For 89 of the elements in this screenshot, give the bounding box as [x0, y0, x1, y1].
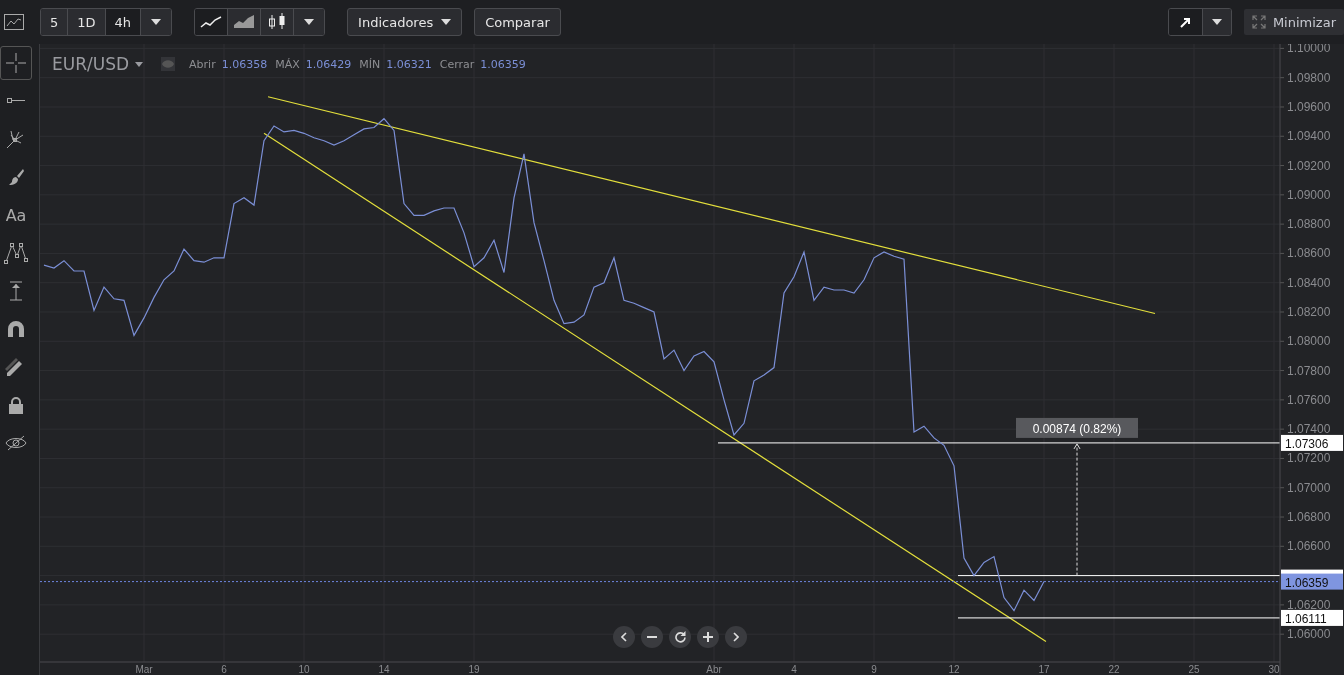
price-axis-label: 1.08000 — [1287, 334, 1331, 349]
ohlc-label: MÍN — [359, 57, 381, 71]
price-axis-label: 1.07600 — [1287, 392, 1331, 407]
symbol-selector[interactable]: EUR/USD — [48, 54, 148, 74]
measure-label: 0.00874 (0.82%) — [1016, 417, 1138, 438]
caret-icon — [304, 19, 315, 25]
lock-icon — [9, 396, 23, 414]
expand-icon — [1251, 15, 1266, 29]
candlestick-icon — [267, 13, 288, 31]
scroll-right-button[interactable] — [725, 626, 747, 648]
horizontal-line[interactable] — [957, 575, 1280, 577]
date-axis-label: 22 — [1108, 664, 1120, 675]
date-axis-label: 9 — [871, 664, 877, 675]
date-axis-label: 30 — [1268, 664, 1280, 675]
scroll-left-button[interactable] — [613, 626, 635, 648]
crosshair-icon — [5, 52, 27, 74]
dropdown-button[interactable] — [141, 9, 172, 35]
indicators-button[interactable]: Indicadores — [347, 8, 463, 36]
caret-icon — [135, 61, 144, 67]
caret-icon — [1211, 19, 1222, 25]
eye-off-icon — [5, 435, 27, 451]
chevron-right-icon — [733, 632, 739, 642]
line-chart-icon — [200, 16, 223, 28]
tool-button[interactable]: Aa — [0, 196, 32, 234]
horizontal-line-icon — [7, 98, 25, 104]
ohlc-value: 1.06359 — [480, 57, 526, 71]
price-axis-label: 1.09000 — [1287, 187, 1331, 202]
date-axis-label: 10 — [298, 664, 310, 675]
price-axis-label: 1.08800 — [1287, 217, 1331, 232]
price-axis-label: 1.07800 — [1287, 363, 1331, 378]
caret-icon — [151, 19, 162, 25]
price-label: 1.07306 — [1281, 434, 1343, 451]
dropdown-button[interactable] — [1202, 9, 1231, 35]
price-axis-label: 1.09200 — [1287, 158, 1331, 173]
area-chart-icon — [233, 15, 256, 29]
pitchfork-icon — [6, 129, 26, 149]
price-axis-label: 1.09400 — [1287, 129, 1331, 144]
zoom-out-button[interactable] — [641, 626, 663, 648]
reload-icon — [674, 631, 686, 643]
date-axis-label: 25 — [1188, 664, 1200, 675]
minimize-button[interactable]: Minimizar — [1243, 9, 1344, 35]
date-axis-label: 19 — [468, 664, 480, 675]
date-axis-label: Mar — [135, 664, 153, 675]
price-axis-label: 1.07200 — [1287, 451, 1331, 466]
caret-icon — [441, 19, 452, 25]
price-axis-label: 1.07400 — [1287, 422, 1331, 437]
magnet-icon — [7, 320, 25, 338]
date-axis-label: 14 — [378, 664, 390, 675]
price-axis-label: 1.08400 — [1287, 275, 1331, 290]
price-axis-label: 1.06600 — [1287, 539, 1331, 554]
reset-button[interactable] — [669, 626, 691, 648]
price-axis-label: 1.06000 — [1287, 627, 1331, 642]
zoom-in-button[interactable] — [697, 626, 719, 648]
plus-icon — [703, 632, 713, 642]
price-label: 1.06111 — [1281, 609, 1343, 626]
ohlc-value: 1.06321 — [386, 57, 432, 71]
measure-icon — [9, 281, 23, 301]
ohlc-label: Cerrar — [439, 57, 475, 71]
date-axis-label: 4 — [791, 664, 797, 675]
diagonal-arrow-icon — [1179, 16, 1191, 28]
price-axis-label: 1.09800 — [1287, 70, 1331, 85]
chart-style-button[interactable] — [195, 9, 229, 35]
chart-style-button[interactable] — [261, 9, 295, 35]
text-tool: Aa — [5, 205, 27, 225]
ohlc-label: Abrir — [189, 57, 216, 71]
compare-button[interactable]: Comparar — [474, 8, 561, 36]
price-axis-label: 1.08200 — [1287, 305, 1331, 319]
minus-icon — [647, 636, 657, 638]
ohlc-label: MÁX — [275, 57, 300, 71]
date-axis-label: Abr — [706, 664, 722, 675]
ohlc-value: 1.06358 — [221, 57, 268, 71]
price-axis-label: 1.10000 — [1287, 44, 1331, 56]
price-axis-label: 1.06200 — [1287, 597, 1331, 612]
date-axis-label: 6 — [221, 664, 227, 675]
date-axis-label: 17 — [1038, 664, 1050, 675]
price-axis-label: 1.09600 — [1287, 99, 1331, 114]
interval-tab[interactable]: 5 — [41, 9, 69, 35]
chevron-left-icon — [621, 632, 627, 642]
chart-icon[interactable] — [4, 14, 24, 30]
brush-icon — [8, 168, 24, 186]
price-axis-label: 1.08600 — [1287, 246, 1331, 261]
price-axis-label: 1.07000 — [1287, 480, 1331, 495]
interval-tab[interactable]: 1D — [68, 9, 106, 35]
drawing-tool-button[interactable] — [1168, 9, 1203, 35]
date-axis-label: 12 — [948, 664, 960, 675]
ohlc-value: 1.06429 — [305, 57, 352, 71]
pattern-icon — [4, 242, 28, 264]
price-axis-label: 1.06800 — [1287, 510, 1331, 524]
dropdown-button[interactable] — [294, 9, 325, 35]
